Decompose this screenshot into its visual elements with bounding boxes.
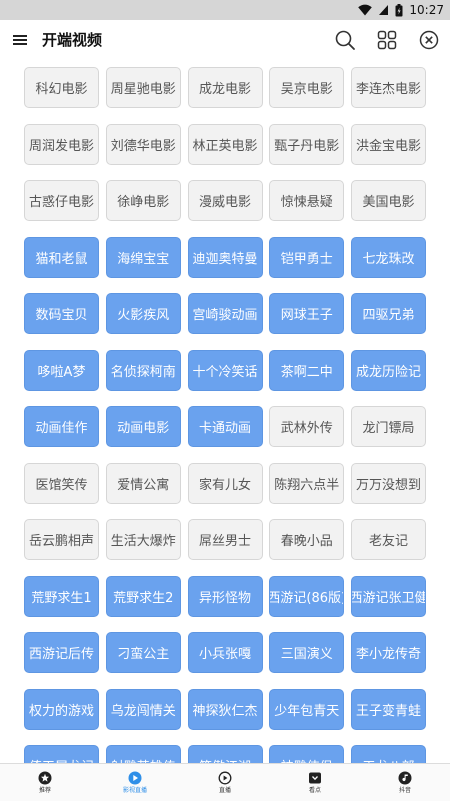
category-chip[interactable]: 春晚小品 [269,519,345,560]
category-chip[interactable]: 李连杰电影 [351,67,426,108]
app-bar: 开端视频 [0,20,450,60]
nav-label-live: 直播 [218,786,231,794]
category-chip[interactable]: 周润发电影 [24,123,99,165]
bottom-nav: 推荐 影视直播 直播 看点 抖音 [0,763,450,801]
nav-label-recommend: 推荐 [38,786,51,794]
category-chip[interactable]: 荒野求生1 [24,575,99,617]
category-chip[interactable]: 林正英电影 [187,123,263,165]
category-chip[interactable]: 西游记(86版) [269,575,345,617]
category-chip[interactable]: 十个冷笑话 [187,349,263,391]
category-chip[interactable]: 陈翔六点半 [269,462,345,504]
category-chip[interactable]: 老友记 [351,519,426,560]
category-chip[interactable]: 迪迦奥特曼 [187,236,263,278]
tv-icon [308,771,322,785]
category-chip[interactable]: 洪金宝电影 [351,123,426,165]
nav-item-film-live[interactable]: 影视直播 [90,764,180,801]
category-chip[interactable]: 漫威电影 [187,180,263,221]
status-bar: 10:27 [0,0,450,20]
search-icon [333,28,357,52]
category-chip[interactable]: 王子变青蛙 [351,688,426,730]
category-chip[interactable]: 神探狄仁杰 [187,688,263,730]
category-chip[interactable]: 美国电影 [351,180,426,221]
status-time: 10:27 [409,3,444,17]
category-chip[interactable]: 荒野求生2 [105,575,181,617]
category-chip[interactable]: 岳云鹏相声 [24,519,99,560]
category-chip[interactable]: 海绵宝宝 [105,236,181,278]
wifi-icon [358,4,373,16]
category-chip[interactable]: 天龙八部 [351,745,426,763]
status-indicators: 10:27 [358,0,444,20]
category-chip[interactable]: 猫和老鼠 [24,236,99,278]
nav-item-douyin[interactable]: 抖音 [360,764,450,801]
category-chip[interactable]: 万万没想到 [351,462,426,504]
category-chip[interactable]: 铠甲勇士 [269,236,345,278]
category-chip[interactable]: 四驱兄弟 [351,293,426,334]
category-chip[interactable]: 少年包青天 [269,688,345,730]
grid-button[interactable] [375,28,399,52]
category-chip[interactable]: 动画电影 [105,406,181,447]
category-chip[interactable]: 宫崎骏动画 [187,293,263,334]
category-chip[interactable]: 权力的游戏 [24,688,99,730]
category-grid: 科幻电影 周星驰电影 成龙电影 吴京电影 李连杰电影周润发电影 刘德华电影 林正英电影 甄子丹… [24,67,426,763]
category-chip[interactable]: 西游记张卫健 [351,575,426,617]
nav-item-live[interactable]: 直播 [180,764,270,801]
category-chip[interactable]: 茶啊二中 [269,349,345,391]
category-chip[interactable]: 数码宝贝 [24,293,99,334]
category-chip[interactable]: 七龙珠改 [351,236,426,278]
search-button[interactable] [333,28,357,52]
grid-icon [375,28,399,52]
menu-icon [10,35,32,54]
play-icon [128,771,142,785]
star-icon [38,771,52,785]
category-chip[interactable]: 三国演义 [269,632,345,673]
category-chip[interactable]: 神雕侠侣 [269,745,345,763]
category-chip[interactable]: 异形怪物 [187,575,263,617]
category-chip[interactable]: 吴京电影 [269,67,345,108]
category-list[interactable]: 科幻电影 周星驰电影 成龙电影 吴京电影 李连杰电影周润发电影 刘德华电影 林正英电影 甄子丹… [0,60,450,763]
category-chip[interactable]: 家有儿女 [187,462,263,504]
close-icon [417,28,441,52]
category-chip[interactable]: 火影疾风 [105,293,181,334]
nav-item-recommend[interactable]: 推荐 [0,764,90,801]
category-chip[interactable]: 武林外传 [269,406,345,447]
category-chip[interactable]: 成龙电影 [187,67,263,108]
category-chip[interactable]: 笑傲江湖 [187,745,263,763]
category-chip[interactable]: 爱情公寓 [105,462,181,504]
category-chip[interactable]: 小兵张嘎 [187,632,263,673]
battery-icon [395,3,403,17]
category-chip[interactable]: 生活大爆炸 [105,519,181,560]
category-chip[interactable]: 刘德华电影 [105,123,181,165]
category-chip[interactable]: 西游记后传 [24,632,99,673]
category-chip[interactable]: 成龙历险记 [351,349,426,391]
category-chip[interactable]: 哆啦A梦 [24,349,99,391]
category-chip[interactable]: 古惑仔电影 [24,180,99,221]
category-chip[interactable]: 动画佳作 [24,406,99,447]
category-chip[interactable]: 龙门镖局 [351,406,426,447]
category-chip[interactable]: 周星驰电影 [105,67,181,108]
close-button[interactable] [417,28,441,52]
category-chip[interactable]: 名侦探柯南 [105,349,181,391]
play-circle-icon [218,771,232,785]
category-chip[interactable]: 惊悚悬疑 [269,180,345,221]
category-chip[interactable]: 卡通动画 [187,406,263,447]
category-chip[interactable]: 射雕英雄传 [105,745,181,763]
category-chip[interactable]: 科幻电影 [24,67,99,108]
app-title: 开端视频 [42,31,103,49]
category-chip[interactable]: 医馆笑传 [24,462,99,504]
cellular-icon [378,4,389,16]
category-chip[interactable]: 徐峥电影 [105,180,181,221]
nav-label-douyin: 抖音 [398,786,411,794]
nav-item-highlights[interactable]: 看点 [270,764,360,801]
category-chip[interactable]: 李小龙传奇 [351,632,426,673]
music-icon [398,771,412,785]
category-chip[interactable]: 屌丝男士 [187,519,263,560]
category-chip[interactable]: 甄子丹电影 [269,123,345,165]
nav-label-highlights: 看点 [308,786,321,794]
category-chip[interactable]: 倚天屠龙记 [24,745,99,763]
nav-label-film-live: 影视直播 [122,786,147,794]
category-chip[interactable]: 乌龙闯情关 [105,688,181,730]
menu-button[interactable] [10,30,32,50]
category-chip[interactable]: 网球王子 [269,293,345,334]
category-chip[interactable]: 刁蛮公主 [105,632,181,673]
